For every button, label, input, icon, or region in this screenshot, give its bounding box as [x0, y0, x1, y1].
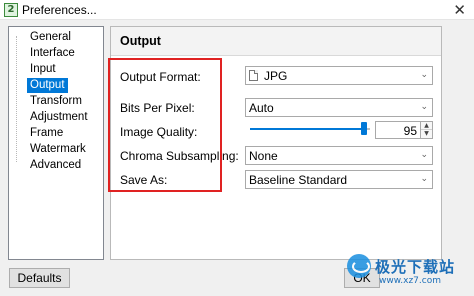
image-quality-value: 95 [403, 124, 417, 138]
bits-per-pixel-value: Auto [249, 101, 274, 115]
nav-item-general[interactable]: General [27, 30, 74, 45]
chevron-down-icon: ⌄ [420, 150, 428, 160]
spin-up-icon[interactable]: ▲ [421, 122, 432, 130]
window-title: Preferences... [22, 3, 97, 17]
title-bar: 2 Preferences... ✕ [0, 0, 474, 20]
nav-item-input[interactable]: Input [27, 62, 59, 77]
category-tree[interactable]: General Interface Input Output Transform… [8, 26, 104, 260]
save-as-select[interactable]: Baseline Standard ⌄ [245, 170, 433, 189]
nav-item-advanced[interactable]: Advanced [27, 158, 84, 173]
chroma-subsampling-value: None [249, 149, 278, 163]
chevron-down-icon: ⌄ [420, 174, 428, 184]
watermark-text: 极光下载站 [375, 258, 456, 276]
chroma-subsampling-select[interactable]: None ⌄ [245, 146, 433, 165]
output-format-value: JPG [264, 69, 288, 83]
nav-item-interface[interactable]: Interface [27, 46, 78, 61]
image-quality-slider-thumb[interactable] [361, 122, 367, 135]
tree-connector [16, 36, 17, 162]
close-icon[interactable]: ✕ [453, 1, 466, 19]
app-icon: 2 [4, 3, 18, 17]
nav-item-watermark[interactable]: Watermark [27, 142, 89, 157]
nav-item-transform[interactable]: Transform [27, 94, 85, 109]
file-icon [249, 70, 258, 81]
section-header: Output [111, 27, 441, 56]
watermark-url: www.xz7.com [379, 276, 441, 286]
output-format-select[interactable]: JPG ⌄ [245, 66, 433, 85]
watermark-logo-icon [347, 254, 371, 278]
nav-item-adjustment[interactable]: Adjustment [27, 110, 91, 125]
image-quality-slider-track[interactable] [250, 128, 370, 130]
image-quality-slider-fill [250, 128, 364, 130]
save-as-value: Baseline Standard [249, 173, 348, 187]
bits-per-pixel-select[interactable]: Auto ⌄ [245, 98, 433, 117]
nav-item-frame[interactable]: Frame [27, 126, 66, 141]
image-quality-spinner[interactable]: ▲ ▼ [421, 121, 433, 139]
spin-down-icon[interactable]: ▼ [421, 130, 432, 138]
chevron-down-icon: ⌄ [420, 70, 428, 80]
chevron-down-icon: ⌄ [420, 102, 428, 112]
annotation-highlight-box [108, 58, 222, 192]
nav-item-output[interactable]: Output [27, 78, 68, 93]
image-quality-input[interactable]: 95 [375, 121, 421, 139]
section-title: Output [120, 34, 161, 48]
defaults-button[interactable]: Defaults [9, 268, 70, 288]
